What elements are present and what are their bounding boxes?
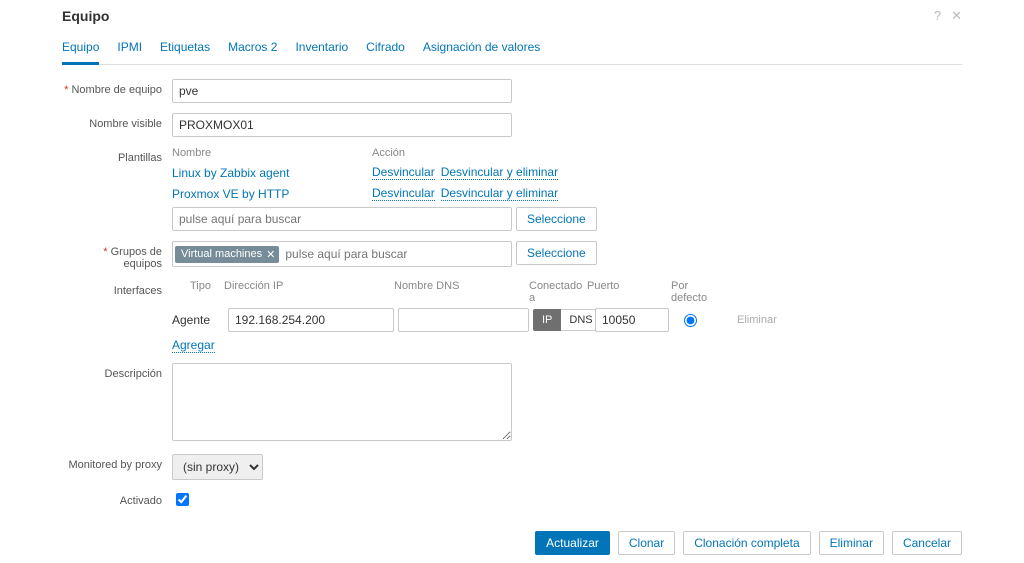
update-button[interactable]: Actualizar: [535, 531, 610, 555]
iface-head-default: Por defecto: [665, 280, 725, 304]
template-unlink-clear-1[interactable]: Desvincular y eliminar: [441, 186, 558, 201]
label-visible-name: Nombre visible: [62, 113, 172, 130]
group-tag-label: Virtual machines: [181, 248, 262, 260]
template-search-input[interactable]: [172, 207, 512, 231]
iface-connect-toggle[interactable]: IP DNS: [533, 309, 591, 331]
iface-dns-input[interactable]: [398, 308, 529, 332]
iface-head-type: Tipo: [172, 280, 224, 304]
group-select-button[interactable]: Seleccione: [516, 241, 597, 265]
proxy-select[interactable]: (sin proxy): [172, 454, 263, 480]
dialog-title: Equipo: [62, 8, 109, 24]
label-proxy: Monitored by proxy: [62, 454, 172, 471]
template-link-0[interactable]: Linux by Zabbix agent: [172, 166, 372, 180]
templates-head-name: Nombre: [172, 147, 372, 159]
enabled-checkbox[interactable]: [176, 493, 189, 506]
iface-head-dns: Nombre DNS: [394, 280, 529, 304]
iface-add-link[interactable]: Agregar: [172, 338, 215, 353]
tab-inventario[interactable]: Inventario: [295, 40, 348, 64]
label-enabled: Activado: [62, 490, 172, 507]
clone-button[interactable]: Clonar: [618, 531, 675, 555]
tab-asignacion[interactable]: Asignación de valores: [423, 40, 540, 64]
tab-ipmi[interactable]: IPMI: [117, 40, 142, 64]
tab-equipo[interactable]: Equipo: [62, 40, 99, 65]
label-interfaces: Interfaces: [62, 280, 172, 297]
template-select-button[interactable]: Seleccione: [516, 207, 597, 231]
cancel-button[interactable]: Cancelar: [892, 531, 962, 555]
label-description: Descripción: [62, 363, 172, 380]
tab-etiquetas[interactable]: Etiquetas: [160, 40, 210, 64]
template-link-1[interactable]: Proxmox VE by HTTP: [172, 187, 372, 201]
template-unlink-1[interactable]: Desvincular: [372, 186, 435, 201]
close-icon[interactable]: ✕: [951, 8, 962, 24]
iface-type-label: Agente: [172, 313, 224, 327]
help-icon[interactable]: ?: [934, 8, 941, 24]
full-clone-button[interactable]: Clonación completa: [683, 531, 810, 555]
group-tag-input[interactable]: Virtual machines ✕: [172, 241, 512, 267]
iface-connect-ip[interactable]: IP: [533, 309, 561, 331]
iface-default-radio[interactable]: [684, 314, 697, 327]
host-name-input[interactable]: [172, 79, 512, 103]
tab-macros[interactable]: Macros 2: [228, 40, 277, 64]
tabs: Equipo IPMI Etiquetas Macros 2 Inventari…: [62, 40, 962, 65]
delete-button[interactable]: Eliminar: [819, 531, 884, 555]
label-host-name: * Nombre de equipo: [62, 79, 172, 96]
label-templates: Plantillas: [62, 147, 172, 164]
group-tag[interactable]: Virtual machines ✕: [175, 246, 279, 263]
iface-head-port: Puerto: [587, 280, 665, 304]
group-search-input[interactable]: [281, 244, 509, 264]
iface-remove-link: Eliminar: [737, 314, 777, 326]
template-unlink-clear-0[interactable]: Desvincular y eliminar: [441, 165, 558, 180]
iface-ip-input[interactable]: [228, 308, 394, 332]
group-tag-remove-icon[interactable]: ✕: [266, 248, 275, 261]
description-textarea[interactable]: [172, 363, 512, 441]
iface-head-ip: Dirección IP: [224, 280, 394, 304]
visible-name-input[interactable]: [172, 113, 512, 137]
templates-head-action: Acción: [372, 147, 405, 159]
label-groups: * Grupos de equipos: [62, 241, 172, 270]
iface-port-input[interactable]: [595, 308, 669, 332]
iface-head-connect: Conectado a: [529, 280, 587, 304]
tab-cifrado[interactable]: Cifrado: [366, 40, 405, 64]
template-unlink-0[interactable]: Desvincular: [372, 165, 435, 180]
